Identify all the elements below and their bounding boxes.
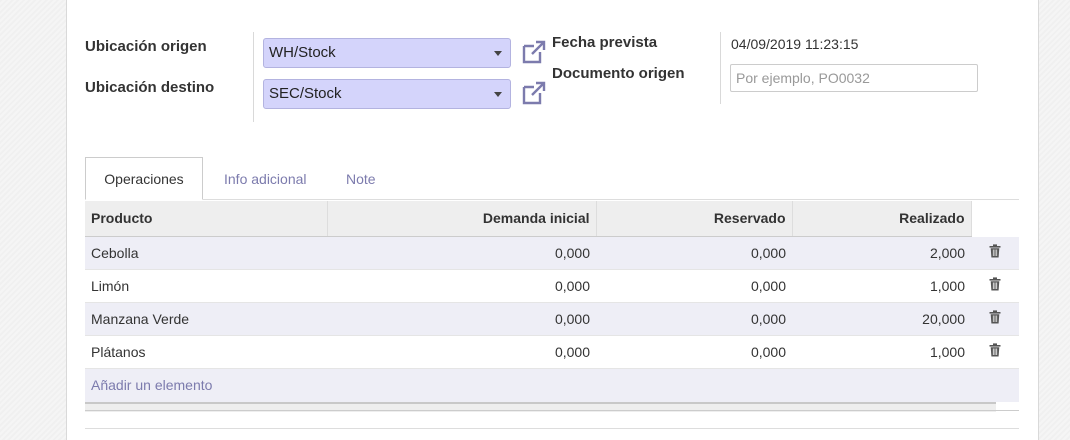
cell-delete (971, 268, 1019, 302)
table-row[interactable]: Limón 0,000 0,000 1,000 (85, 268, 1019, 302)
table-row[interactable]: Plátanos 0,000 0,000 1,000 (85, 334, 1019, 368)
column-header-done[interactable]: Realizado (792, 201, 972, 237)
column-header-reserved[interactable]: Reservado (596, 201, 793, 237)
column-header-actions (971, 201, 1019, 237)
add-line-link[interactable]: Añadir un elemento (85, 367, 1019, 402)
tab-operaciones[interactable]: Operaciones (85, 157, 203, 200)
trash-icon[interactable] (989, 343, 1001, 357)
cell-reserved: 0,000 (596, 235, 792, 269)
cell-initial-demand: 0,000 (327, 301, 596, 335)
dest-location-label: Ubicación destino (85, 79, 215, 96)
tab-note-label: Note (346, 171, 376, 187)
external-link-icon[interactable] (522, 81, 548, 105)
cell-product: Limón (85, 268, 327, 302)
section-divider (85, 428, 1019, 429)
cell-done: 1,000 (792, 268, 971, 302)
dest-location-select[interactable]: SEC/Stock (263, 79, 511, 109)
trash-icon[interactable] (989, 244, 1001, 258)
cell-delete (971, 235, 1019, 269)
source-location-select[interactable]: WH/Stock (263, 38, 511, 68)
column-header-initial-demand[interactable]: Demanda inicial (327, 201, 597, 237)
trash-icon[interactable] (989, 277, 1001, 291)
operations-table: Producto Demanda inicial Reservado Reali… (85, 201, 1019, 402)
cell-done: 20,000 (792, 301, 971, 335)
cell-product: Cebolla (85, 235, 327, 269)
caret-down-icon (494, 92, 502, 97)
add-line-row: Añadir un elemento (85, 367, 1019, 402)
cell-initial-demand: 0,000 (327, 334, 596, 368)
table-row[interactable]: Cebolla 0,000 0,000 2,000 (85, 235, 1019, 269)
table-row[interactable]: Manzana Verde 0,000 0,000 20,000 (85, 301, 1019, 335)
cell-done: 1,000 (792, 334, 971, 368)
cell-product: Plátanos (85, 334, 327, 368)
scheduled-date-value[interactable]: 04/09/2019 11:23:15 (731, 36, 858, 52)
tab-operaciones-label: Operaciones (104, 171, 184, 187)
source-document-input[interactable] (730, 64, 978, 92)
tab-info-adicional-label: Info adicional (224, 171, 307, 187)
cell-product: Manzana Verde (85, 301, 327, 335)
cell-initial-demand: 0,000 (327, 268, 596, 302)
cell-reserved: 0,000 (596, 334, 792, 368)
trash-icon[interactable] (989, 310, 1001, 324)
tab-note[interactable]: Note (346, 171, 376, 187)
cell-initial-demand: 0,000 (327, 235, 596, 269)
group-separator-left (253, 32, 254, 122)
source-document-label: Documento origen (552, 65, 685, 82)
tab-info-adicional[interactable]: Info adicional (224, 171, 307, 187)
dest-location-value: SEC/Stock (269, 85, 342, 102)
tabs-underline (85, 199, 1019, 200)
table-footer-border (85, 410, 1019, 411)
cell-reserved: 0,000 (596, 268, 792, 302)
scheduled-date-label: Fecha prevista (552, 34, 658, 51)
external-link-icon[interactable] (522, 40, 548, 64)
source-location-label: Ubicación origen (85, 38, 207, 55)
cell-reserved: 0,000 (596, 301, 792, 335)
caret-down-icon (494, 51, 502, 56)
source-location-value: WH/Stock (269, 44, 336, 61)
column-header-product[interactable]: Producto (85, 201, 328, 237)
group-separator-right (720, 32, 721, 104)
cell-done: 2,000 (792, 235, 971, 269)
cell-delete (971, 334, 1019, 368)
cell-delete (971, 301, 1019, 335)
table-header-row: Producto Demanda inicial Reservado Reali… (85, 201, 1019, 237)
